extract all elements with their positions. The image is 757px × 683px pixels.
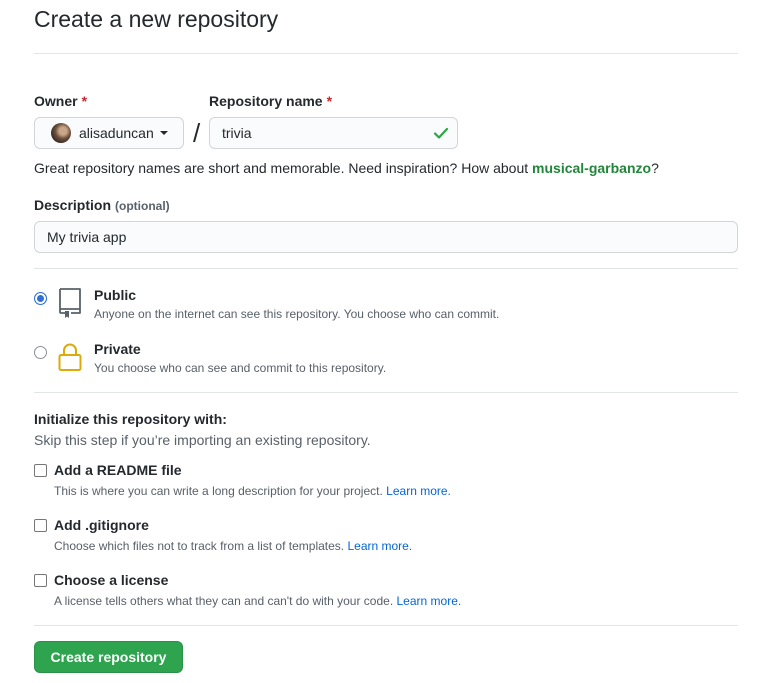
owner-select[interactable]: alisaduncan [34,117,184,149]
license-title: Choose a license [54,572,169,588]
license-desc-text: A license tells others what they can and… [54,594,394,608]
optional-tag: (optional) [115,199,170,213]
hint-text: Great repository names are short and mem… [34,160,533,176]
owner-name: alisaduncan [79,125,154,141]
owner-label-text: Owner [34,93,78,109]
caret-down-icon [159,131,168,135]
gitignore-description: Choose which files not to track from a l… [54,539,412,553]
owner-required-mark: * [81,93,88,109]
public-description: Anyone on the internet can see this repo… [94,307,500,321]
repo-name-input[interactable] [209,117,458,149]
divider [34,392,738,393]
readme-checkbox[interactable] [34,464,47,477]
create-repository-button[interactable]: Create repository [34,641,183,673]
readme-title: Add a README file [54,462,182,478]
create-repo-page: Create a new repository Owner * alisadunc… [0,0,757,683]
repo-icon [59,288,81,318]
owner-repo-separator: / [193,118,201,148]
private-description: You choose who can see and commit to thi… [94,361,387,375]
private-radio[interactable] [34,346,47,359]
title-divider [34,53,738,54]
gitignore-title: Add .gitignore [54,517,149,533]
description-input[interactable] [34,221,738,253]
repo-name-hint: Great repository names are short and mem… [34,160,659,176]
init-subtitle: Skip this step if you’re importing an ex… [34,432,371,448]
readme-desc-text: This is where you can write a long descr… [54,484,383,498]
readme-learn-more-link[interactable]: Learn more. [386,484,451,498]
private-title: Private [94,341,141,357]
public-title: Public [94,287,137,303]
license-description: A license tells others what they can and… [54,594,461,608]
owner-label: Owner * [34,93,87,109]
repo-name-required-mark: * [326,93,333,109]
hint-end: ? [651,160,659,176]
gitignore-learn-more-link[interactable]: Learn more. [347,539,412,553]
lock-icon [58,343,82,371]
init-title: Initialize this repository with: [34,411,227,427]
readme-description: This is where you can write a long descr… [54,484,451,498]
avatar [51,123,71,143]
gitignore-desc-text: Choose which files not to track from a l… [54,539,345,553]
license-learn-more-link[interactable]: Learn more. [397,594,462,608]
name-suggestion-link[interactable]: musical-garbanzo [532,160,651,176]
gitignore-checkbox[interactable] [34,519,47,532]
description-label: Description (optional) [34,197,170,213]
license-checkbox[interactable] [34,574,47,587]
description-label-text: Description [34,197,112,213]
page-title: Create a new repository [34,6,279,32]
repo-name-label-text: Repository name [209,93,323,109]
divider [34,625,738,626]
repo-name-label: Repository name * [209,93,332,109]
public-radio[interactable] [34,292,47,305]
check-icon [433,127,449,139]
divider [34,268,738,269]
